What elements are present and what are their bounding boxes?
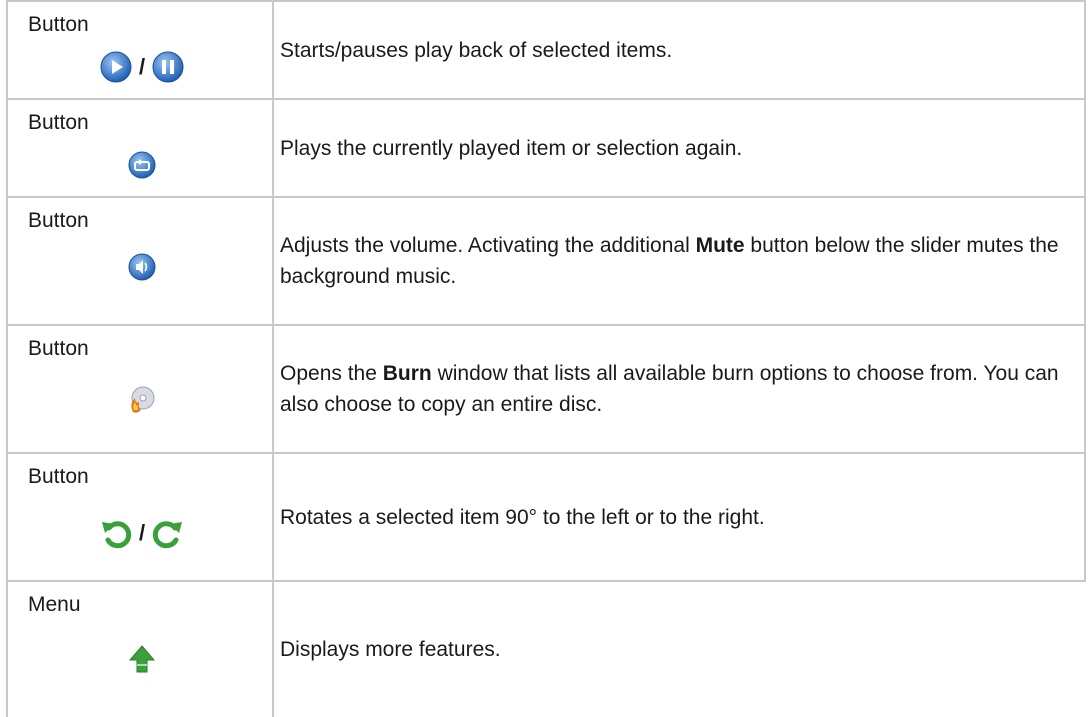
arrow-up-icon[interactable] — [128, 644, 156, 674]
description-cell: Starts/pauses play back of selected item… — [274, 2, 1086, 98]
type-label: Menu — [28, 593, 81, 616]
repeat-icon[interactable] — [127, 150, 157, 180]
type-cell: Button — [6, 100, 274, 196]
volume-icon[interactable] — [127, 252, 157, 282]
description-cell: Opens the Burn window that lists all ava… — [274, 326, 1086, 452]
play-icon[interactable] — [99, 50, 133, 84]
burn-term: Burn — [382, 362, 432, 385]
rotate-right-icon[interactable] — [151, 516, 185, 550]
type-label: Button — [28, 111, 89, 134]
type-cell: Button / — [6, 454, 274, 580]
description: Adjusts the volume. Activating the addit… — [280, 234, 1059, 288]
burn-icon[interactable] — [125, 382, 159, 416]
table-row: Button / Rotates a selected item 90° to … — [6, 454, 1086, 582]
type-cell: Button / — [6, 2, 274, 98]
type-label: Button — [28, 465, 89, 488]
table-row: Button / Starts/pauses play back of sele… — [6, 0, 1086, 100]
description: Rotates a selected item 90° to the left … — [280, 505, 765, 529]
table-row: Button Opens the Burn window that lists … — [6, 326, 1086, 454]
description-cell: Rotates a selected item 90° to the left … — [274, 454, 1086, 580]
description: Displays more features. — [280, 638, 501, 661]
description-cell: Adjusts the volume. Activating the addit… — [274, 198, 1086, 324]
type-cell: Button — [6, 198, 274, 324]
type-cell: Menu — [6, 582, 274, 717]
separator: / — [138, 520, 146, 545]
table-row: Menu Displays more features. — [6, 582, 1086, 717]
type-cell: Button — [6, 326, 274, 452]
type-label: Button — [28, 209, 89, 232]
table-row: Button Adjusts the volume. Activating th… — [6, 198, 1086, 326]
mute-term: Mute — [695, 234, 745, 257]
rotate-left-icon[interactable] — [99, 516, 133, 550]
description: Starts/pauses play back of selected item… — [280, 38, 673, 62]
description: Plays the currently played item or selec… — [280, 136, 743, 160]
type-label: Button — [28, 13, 89, 36]
type-label: Button — [28, 337, 89, 360]
description: Opens the Burn window that lists all ava… — [280, 362, 1059, 416]
feature-table: Button / Starts/pauses play back of sele… — [6, 0, 1086, 717]
description-cell: Plays the currently played item or selec… — [274, 100, 1086, 196]
description-cell: Displays more features. — [274, 582, 1086, 717]
table-row: Button Plays the currently played item o… — [6, 100, 1086, 198]
separator: / — [138, 54, 146, 79]
pause-icon[interactable] — [151, 50, 185, 84]
